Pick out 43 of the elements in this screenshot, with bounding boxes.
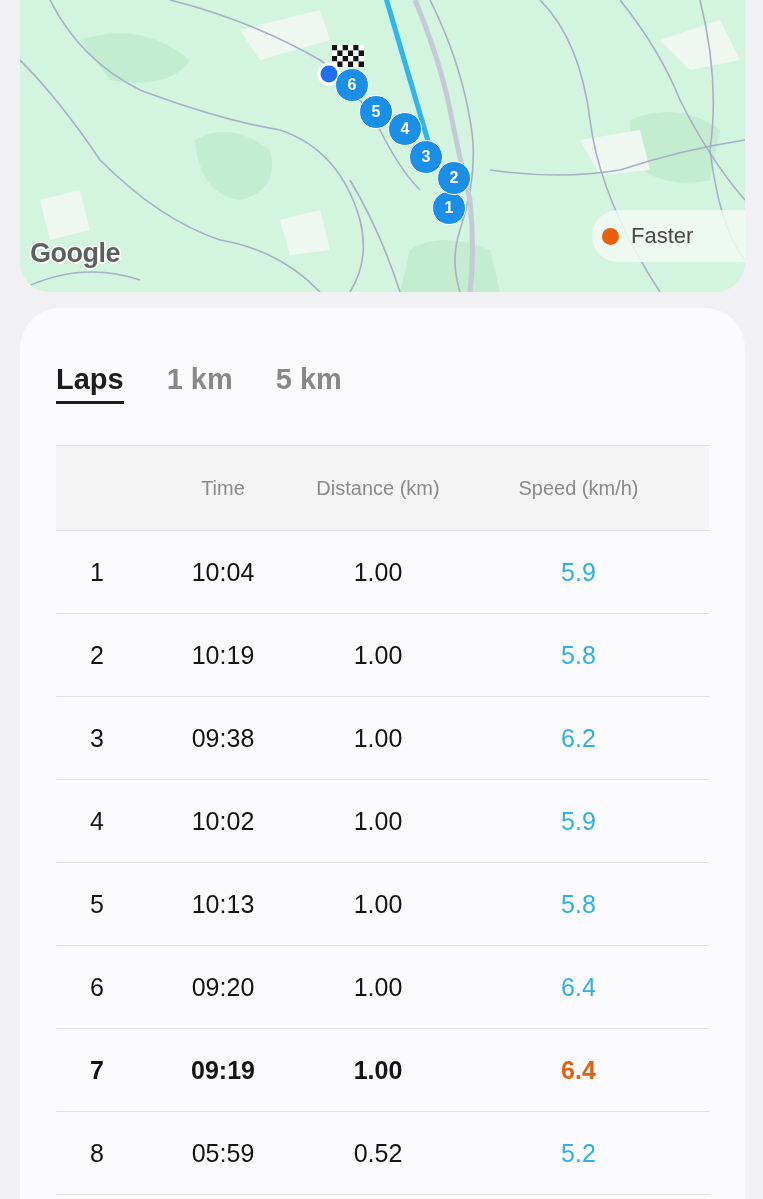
lap-number: 4 — [90, 806, 104, 836]
column-header: Time — [201, 476, 245, 500]
lap-time: 09:20 — [191, 972, 255, 1002]
lap-speed: 5.2 — [561, 1138, 596, 1168]
map-logo: Google — [30, 238, 120, 269]
legend-label: Faster — [631, 223, 694, 249]
lap-time: 10:13 — [191, 889, 255, 919]
lap-distance: 1.00 — [353, 723, 403, 753]
lap-speed: 5.8 — [561, 640, 596, 670]
lap-speed: 6.2 — [561, 723, 596, 753]
tab[interactable]: 1 km — [166, 362, 233, 404]
lap-time: 09:38 — [191, 723, 255, 753]
lap-speed: 5.9 — [561, 806, 596, 836]
lap-number: 7 — [90, 1055, 104, 1085]
tab[interactable]: Laps — [56, 362, 124, 404]
lap-distance: 1.00 — [353, 1055, 403, 1085]
lap-number: 6 — [90, 972, 104, 1002]
lap-distance: 1.00 — [353, 889, 403, 919]
lap-number: 3 — [90, 723, 104, 753]
dot-icon — [317, 62, 341, 86]
lap-distance: 1.00 — [353, 557, 403, 587]
tab[interactable]: 5 km — [275, 362, 342, 404]
lap-distance: 1.00 — [353, 640, 403, 670]
lap-distance: 0.52 — [353, 1138, 403, 1168]
lap-speed: 5.8 — [561, 889, 596, 919]
lap-speed: 6.4 — [561, 1055, 596, 1085]
lap-speed: 5.9 — [561, 557, 596, 587]
lap-number: 8 — [90, 1138, 104, 1168]
lap-number: 1 — [90, 557, 104, 587]
lap-number: 5 — [90, 889, 104, 919]
checkered-flag-icon — [332, 45, 364, 67]
column-header: Speed (km/h) — [518, 476, 639, 500]
lap-number: 2 — [90, 640, 104, 670]
column-header: Distance (km) — [316, 476, 440, 500]
lap-time: 10:19 — [191, 640, 255, 670]
lap-speed: 6.4 — [561, 972, 596, 1002]
legend-dot-icon — [602, 227, 619, 245]
lap-time: 10:02 — [191, 806, 255, 836]
lap-time: 05:59 — [191, 1138, 255, 1168]
lap-time: 09:19 — [191, 1055, 255, 1085]
lap-time: 10:04 — [191, 557, 255, 587]
lap-distance: 1.00 — [353, 972, 403, 1002]
lap-distance: 1.00 — [353, 806, 403, 836]
